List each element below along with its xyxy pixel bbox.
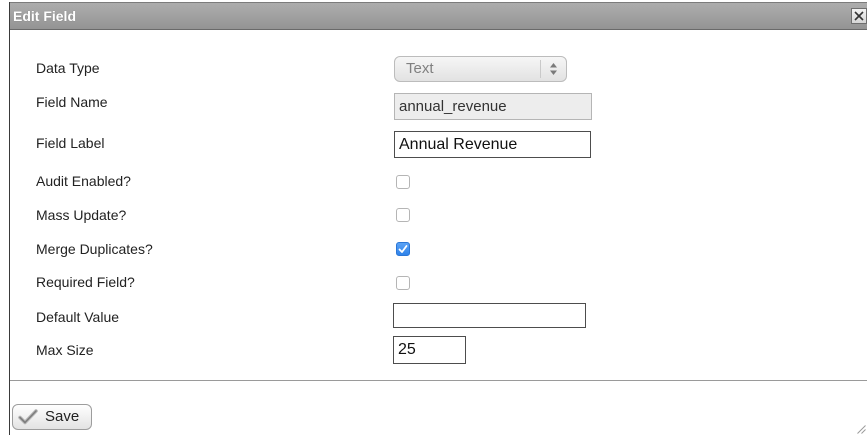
checkmark-icon: [18, 409, 38, 425]
select-arrows: [540, 60, 566, 78]
default-value-input[interactable]: [393, 303, 586, 328]
max-size-label: Max Size: [36, 342, 94, 358]
default-value-label: Default Value: [36, 309, 120, 325]
save-button[interactable]: Save: [12, 404, 92, 430]
dialog-title-bar[interactable]: Edit Field: [10, 2, 867, 30]
close-button[interactable]: [851, 8, 867, 24]
field-name-input[interactable]: [394, 93, 592, 120]
data-type-select[interactable]: Text: [394, 56, 567, 82]
field-label-label: Field Label: [36, 135, 105, 151]
footer-divider: [10, 380, 867, 381]
data-type-label: Data Type: [36, 60, 100, 76]
save-button-label: Save: [45, 408, 80, 425]
dialog-title: Edit Field: [13, 8, 76, 24]
merge-duplicates-label: Merge Duplicates?: [36, 241, 153, 257]
edit-field-dialog: Edit Field Data Type Text Field Name Fie…: [9, 2, 867, 435]
required-field-label: Required Field?: [36, 274, 135, 290]
mass-update-label: Mass Update?: [36, 207, 127, 223]
close-icon: [854, 11, 864, 21]
merge-duplicates-checkbox[interactable]: [396, 242, 410, 256]
required-field-checkbox[interactable]: [396, 276, 410, 290]
field-label-input[interactable]: [394, 131, 591, 158]
data-type-value: Text: [406, 60, 434, 77]
up-down-arrows-icon: [550, 63, 557, 75]
audit-enabled-label: Audit Enabled?: [36, 173, 131, 189]
checkmark-icon: [398, 245, 408, 253]
field-name-label: Field Name: [36, 94, 108, 110]
resize-grip-icon[interactable]: [856, 424, 866, 434]
audit-enabled-checkbox[interactable]: [396, 175, 410, 189]
mass-update-checkbox[interactable]: [396, 208, 410, 222]
max-size-input[interactable]: [393, 336, 466, 364]
